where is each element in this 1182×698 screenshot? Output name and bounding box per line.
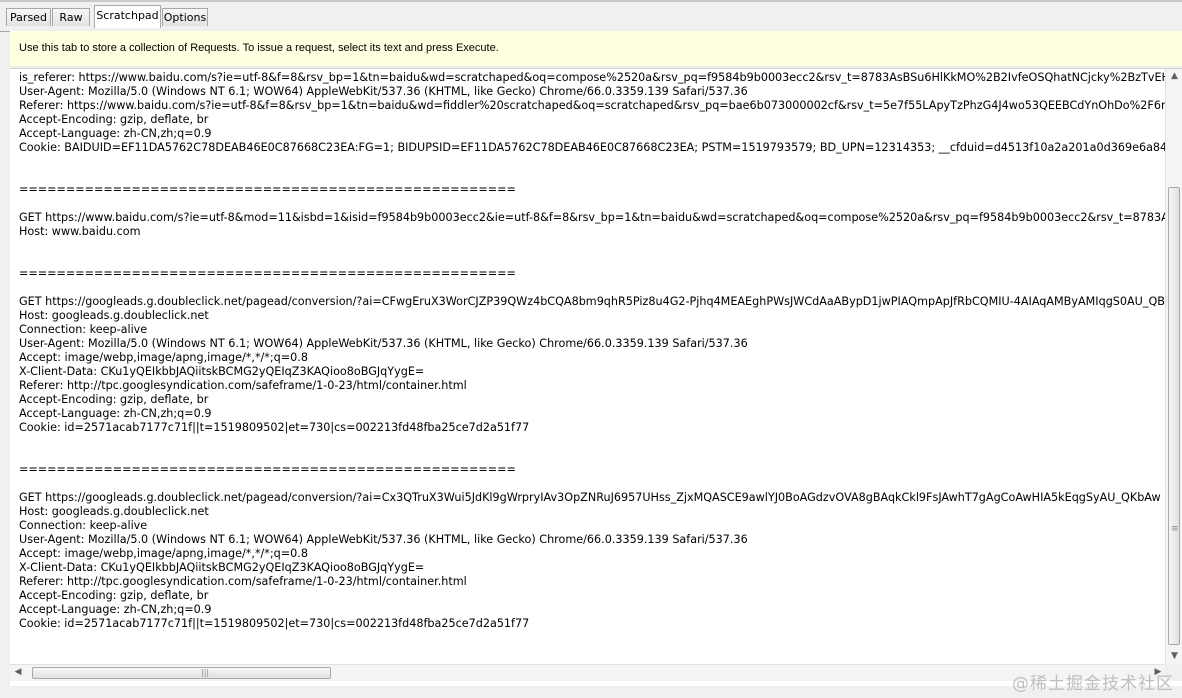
tab-raw[interactable]: Raw [52,8,90,26]
scratchpad-line[interactable]: Connection: keep-alive [19,519,1168,533]
horizontal-scroll-thumb[interactable]: ||| [32,667,331,679]
vertical-scroll-thumb[interactable]: ≡ [1168,187,1180,645]
watermark: @稀土掘金技术社区 [1012,674,1174,694]
scratchpad-line[interactable]: Cookie: id=2571acab7177c71f||t=151980950… [19,421,1168,435]
scratchpad-line[interactable]: Accept: image/webp,image/apng,image/*,*/… [19,547,1168,561]
scratchpad-line[interactable]: Accept-Language: zh-CN,zh;q=0.9 [19,127,1168,141]
scratchpad-line[interactable]: Accept: image/webp,image/apng,image/*,*/… [19,351,1168,365]
scratchpad-line[interactable]: User-Agent: Mozilla/5.0 (Windows NT 6.1;… [19,337,1168,351]
vertical-scrollbar[interactable]: ▲ ≡ ▼ [1165,69,1182,665]
scratchpad-line[interactable]: Accept-Encoding: gzip, deflate, br [19,589,1168,603]
arrow-left-icon[interactable]: ◀ [12,667,24,677]
scratchpad-line[interactable]: Accept-Language: zh-CN,zh;q=0.9 [19,603,1168,617]
scratchpad-line[interactable] [19,435,1168,449]
arrow-down-icon[interactable]: ▼ [1166,651,1182,661]
scratchpad-line[interactable]: Accept-Language: zh-CN,zh;q=0.9 [19,407,1168,421]
scratchpad-line[interactable]: GET https://www.baidu.com/s?ie=utf-8&mod… [19,211,1168,225]
scroll-grip-icon: ||| [201,668,210,677]
scratchpad-line[interactable]: Connection: keep-alive [19,323,1168,337]
inspector-tab-strip: Parsed Raw Scratchpad Options [0,5,1182,32]
scratchpad-line[interactable]: Accept-Encoding: gzip, deflate, br [19,113,1168,127]
scratchpad-line[interactable]: Cookie: BAIDUID=EF11DA5762C78DEAB46E0C87… [19,141,1168,155]
scratchpad-line[interactable]: Host: www.baidu.com [19,225,1168,239]
fiddler-inspector-panel: Parsed Raw Scratchpad Options Use this t… [0,0,1182,698]
scratchpad-line[interactable]: GET https://googleads.g.doubleclick.net/… [19,295,1168,309]
tab-options[interactable]: Options [162,8,208,26]
scratchpad-line[interactable] [19,253,1168,267]
scratchpad-info-bar: Use this tab to store a collection of Re… [10,31,1182,66]
scratchpad-line[interactable] [19,169,1168,183]
scratchpad-line[interactable] [19,281,1168,295]
scratchpad-line[interactable] [19,155,1168,169]
scratchpad-line[interactable]: ========================================… [19,267,1168,281]
scratchpad-line[interactable]: Host: googleads.g.doubleclick.net [19,505,1168,519]
scratchpad-line[interactable]: User-Agent: Mozilla/5.0 (Windows NT 6.1;… [19,85,1168,99]
scratchpad-line[interactable]: Accept-Encoding: gzip, deflate, br [19,393,1168,407]
panel-top-border [0,0,1182,2]
scratchpad-line[interactable]: is_referer: https://www.baidu.com/s?ie=u… [19,71,1168,85]
horizontal-scrollbar[interactable]: ◀ ||| ▶ [10,664,1165,681]
tab-scratchpad[interactable]: Scratchpad [94,5,161,28]
scratchpad-line[interactable]: X-Client-Data: CKu1yQEIkbbJAQiitskBCMG2y… [19,365,1168,379]
scratchpad-line[interactable] [19,449,1168,463]
scratchpad-line[interactable]: Referer: https://www.baidu.com/s?ie=utf-… [19,99,1168,113]
scroll-grip-icon: ≡ [1171,524,1179,534]
scratchpad-line[interactable]: Cookie: id=2571acab7177c71f||t=151980950… [19,617,1168,631]
scratchpad-line[interactable]: X-Client-Data: CKu1yQEIkbbJAQiitskBCMG2y… [19,561,1168,575]
scratchpad-text[interactable]: is_referer: https://www.baidu.com/s?ie=u… [19,71,1168,663]
scratchpad-line[interactable]: Referer: http://tpc.googlesyndication.co… [19,379,1168,393]
scratchpad-line[interactable] [19,477,1168,491]
scratchpad-line[interactable]: Referer: http://tpc.googlesyndication.co… [19,575,1168,589]
scratchpad-line[interactable]: User-Agent: Mozilla/5.0 (Windows NT 6.1;… [19,533,1168,547]
scratchpad-line[interactable]: ========================================… [19,183,1168,197]
scratchpad-line[interactable]: GET https://googleads.g.doubleclick.net/… [19,491,1168,505]
tab-parsed[interactable]: Parsed [6,8,51,26]
scratchpad-line[interactable] [19,197,1168,211]
scratchpad-editor[interactable]: is_referer: https://www.baidu.com/s?ie=u… [10,68,1182,686]
scratchpad-line[interactable] [19,239,1168,253]
scratchpad-line[interactable]: Host: googleads.g.doubleclick.net [19,309,1168,323]
arrow-up-icon[interactable]: ▲ [1166,71,1182,81]
scratchpad-line[interactable]: ========================================… [19,463,1168,477]
